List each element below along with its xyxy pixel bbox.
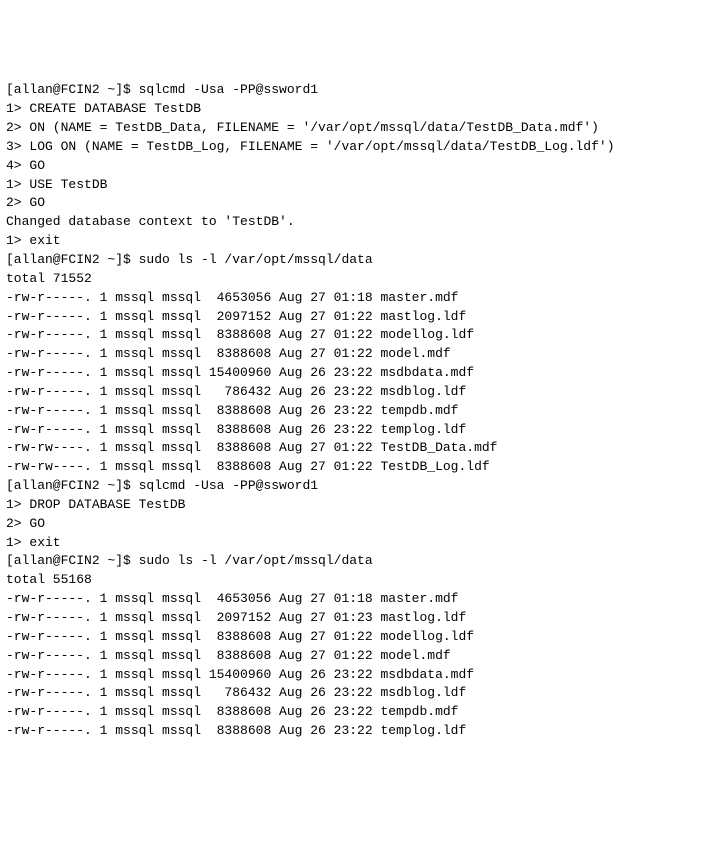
terminal-line: 2> ON (NAME = TestDB_Data, FILENAME = '/… — [6, 119, 698, 138]
terminal-line: [allan@FCIN2 ~]$ sudo ls -l /var/opt/mss… — [6, 552, 698, 571]
terminal-line: -rw-r-----. 1 mssql mssql 8388608 Aug 26… — [6, 402, 698, 421]
terminal-line: 1> USE TestDB — [6, 176, 698, 195]
terminal-line: -rw-r-----. 1 mssql mssql 8388608 Aug 26… — [6, 421, 698, 440]
terminal-line: -rw-r-----. 1 mssql mssql 786432 Aug 26 … — [6, 684, 698, 703]
terminal-line: -rw-r-----. 1 mssql mssql 2097152 Aug 27… — [6, 308, 698, 327]
terminal-line: 1> exit — [6, 534, 698, 553]
terminal-line: 1> exit — [6, 232, 698, 251]
terminal-line: [allan@FCIN2 ~]$ sqlcmd -Usa -PP@ssword1 — [6, 81, 698, 100]
terminal-line: [allan@FCIN2 ~]$ sqlcmd -Usa -PP@ssword1 — [6, 477, 698, 496]
terminal-line: -rw-r-----. 1 mssql mssql 8388608 Aug 27… — [6, 345, 698, 364]
terminal-line: -rw-r-----. 1 mssql mssql 8388608 Aug 27… — [6, 647, 698, 666]
terminal-line: 2> GO — [6, 194, 698, 213]
terminal-line: -rw-rw----. 1 mssql mssql 8388608 Aug 27… — [6, 439, 698, 458]
terminal-line: -rw-r-----. 1 mssql mssql 786432 Aug 26 … — [6, 383, 698, 402]
terminal-line: 1> CREATE DATABASE TestDB — [6, 100, 698, 119]
terminal-line: 4> GO — [6, 157, 698, 176]
terminal-line: total 71552 — [6, 270, 698, 289]
terminal-line: -rw-r-----. 1 mssql mssql 8388608 Aug 26… — [6, 703, 698, 722]
terminal-line: -rw-r-----. 1 mssql mssql 15400960 Aug 2… — [6, 364, 698, 383]
terminal-line: -rw-r-----. 1 mssql mssql 15400960 Aug 2… — [6, 666, 698, 685]
terminal-line: -rw-r-----. 1 mssql mssql 8388608 Aug 26… — [6, 722, 698, 741]
terminal-line: -rw-r-----. 1 mssql mssql 8388608 Aug 27… — [6, 326, 698, 345]
terminal-line: 1> DROP DATABASE TestDB — [6, 496, 698, 515]
terminal-line: -rw-r-----. 1 mssql mssql 2097152 Aug 27… — [6, 609, 698, 628]
terminal-output: [allan@FCIN2 ~]$ sqlcmd -Usa -PP@ssword1… — [6, 81, 698, 741]
terminal-line: [allan@FCIN2 ~]$ sudo ls -l /var/opt/mss… — [6, 251, 698, 270]
terminal-line: 2> GO — [6, 515, 698, 534]
terminal-line: -rw-r-----. 1 mssql mssql 8388608 Aug 27… — [6, 628, 698, 647]
terminal-line: 3> LOG ON (NAME = TestDB_Log, FILENAME =… — [6, 138, 698, 157]
terminal-line: -rw-rw----. 1 mssql mssql 8388608 Aug 27… — [6, 458, 698, 477]
terminal-line: -rw-r-----. 1 mssql mssql 4653056 Aug 27… — [6, 289, 698, 308]
terminal-line: total 55168 — [6, 571, 698, 590]
terminal-line: Changed database context to 'TestDB'. — [6, 213, 698, 232]
terminal-line: -rw-r-----. 1 mssql mssql 4653056 Aug 27… — [6, 590, 698, 609]
